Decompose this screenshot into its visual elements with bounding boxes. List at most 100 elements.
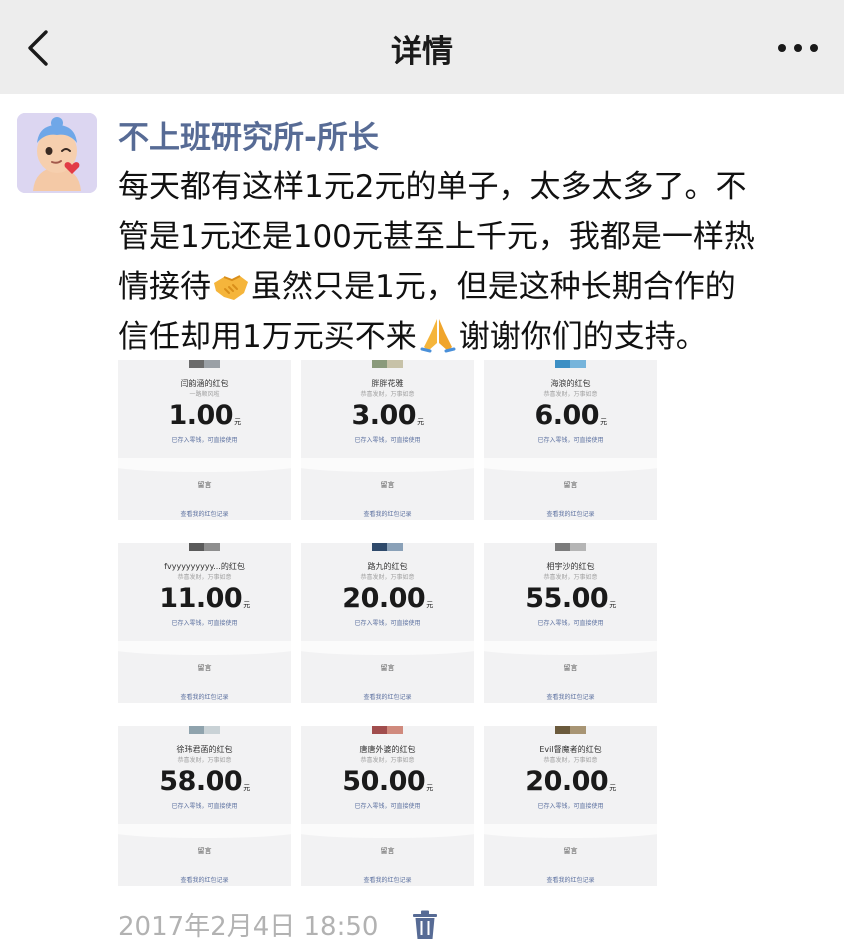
post-text: 每天都有这样1元2元的单子，太多太多了。不 管是1元还是100元甚至上千元，我都… bbox=[118, 162, 818, 362]
thumbnail-segment bbox=[204, 726, 220, 734]
sender-avatar-thumbnail bbox=[301, 726, 474, 734]
red-envelope-screenshot[interactable]: fvyyyyyyyyy...的红包 恭喜发财，万事如意 11.00元 已存入零钱，可直… bbox=[118, 543, 291, 703]
envelope-record-link: 查看我的红包记录 bbox=[180, 511, 229, 518]
amount-unit: 元 bbox=[600, 418, 607, 426]
amount-unit: 元 bbox=[426, 784, 433, 792]
envelope-amount: 55.00元 bbox=[484, 583, 657, 614]
amount-value: 1.00 bbox=[168, 400, 234, 431]
envelope-greeting: 恭喜发财，万事如意 bbox=[177, 574, 232, 581]
envelope-note: 已存入零钱，可直接使用 bbox=[537, 437, 604, 444]
envelope-record-link: 查看我的红包记录 bbox=[363, 877, 412, 884]
red-envelope-screenshot[interactable]: 徐玮君菡的红包 恭喜发财，万事如意 58.00元 已存入零钱，可直接使用 留言 查看我的红… bbox=[118, 726, 291, 886]
amount-unit: 元 bbox=[609, 601, 616, 609]
envelope-amount: 11.00元 bbox=[118, 583, 291, 614]
thumbnail-segment bbox=[387, 726, 403, 734]
red-envelope-screenshot[interactable]: 路九的红包恭喜发财，万事如意 20.00元已存入零钱，可直接使用 留言查看我的红包记… bbox=[301, 543, 474, 703]
red-envelope-screenshot[interactable]: 唐唐外婆的红包 恭喜发财，万事如意 50.00元已存入零钱，可直接使用 留言查看我的红… bbox=[301, 726, 474, 886]
thumbnail-segment bbox=[570, 543, 586, 551]
thumbnail-segment bbox=[387, 360, 403, 368]
sender-avatar-thumbnail bbox=[301, 360, 474, 368]
envelope-record-link: 查看我的红包记录 bbox=[546, 694, 595, 701]
envelope-message-label: 留言 bbox=[563, 847, 578, 855]
envelope-note: 已存入零钱，可直接使用 bbox=[171, 803, 238, 810]
navigation-bar: 详情 bbox=[0, 0, 844, 94]
envelope-wave-divider bbox=[484, 824, 657, 838]
image-grid: 闫韵涵的红包 一路顺风啦 1.00元 已存入零钱，可直接使用 留言 查看我的红包记录 胖胖花… bbox=[118, 360, 658, 886]
amount-unit: 元 bbox=[243, 601, 250, 609]
amount-value: 50.00 bbox=[342, 766, 426, 797]
amount-unit: 元 bbox=[243, 784, 250, 792]
envelope-message-label: 留言 bbox=[197, 847, 212, 855]
envelope-amount: 3.00元 bbox=[301, 400, 474, 431]
envelope-message-label: 留言 bbox=[197, 481, 212, 489]
envelope-wave-divider bbox=[301, 824, 474, 838]
envelope-record-link: 查看我的红包记录 bbox=[180, 877, 229, 884]
red-envelope-screenshot[interactable]: 相宇沙的红包 恭喜发财，万事如意 55.00元 已存入零钱，可直接使用 留言 查看我的红包… bbox=[484, 543, 657, 703]
sender-avatar-thumbnail bbox=[118, 726, 291, 734]
envelope-wave-divider bbox=[484, 641, 657, 655]
post-text-line: 信任却用1万元买不来 谢谢你们的支持。 bbox=[118, 312, 818, 362]
envelope-note: 已存入零钱，可直接使用 bbox=[171, 620, 238, 627]
envelope-greeting: 恭喜发财，万事如意 bbox=[360, 574, 415, 581]
envelope-greeting: 恭喜发财，万事如意 bbox=[543, 391, 598, 398]
envelope-message-label: 留言 bbox=[380, 481, 395, 489]
sender-avatar-thumbnail bbox=[484, 543, 657, 551]
envelope-greeting: 恭喜发财，万事如意 bbox=[360, 757, 415, 764]
envelope-wave-divider bbox=[118, 824, 291, 838]
post-text-fragment: 情接待 bbox=[118, 269, 211, 305]
envelope-wave-divider bbox=[301, 641, 474, 655]
envelope-amount: 50.00元 bbox=[301, 766, 474, 797]
sender-avatar-thumbnail bbox=[118, 543, 291, 551]
envelope-record-link: 查看我的红包记录 bbox=[546, 877, 595, 884]
amount-value: 20.00 bbox=[525, 766, 609, 797]
amount-value: 6.00 bbox=[534, 400, 600, 431]
envelope-sender: 相宇沙的红包 bbox=[546, 562, 595, 571]
envelope-sender: Evil督魔者的红包 bbox=[539, 745, 602, 754]
memoji-avatar-icon bbox=[17, 113, 97, 193]
envelope-amount: 6.00元 bbox=[484, 400, 657, 431]
post-text-fragment: 虽然只是1元，但是这种长期合作的 bbox=[251, 269, 736, 305]
envelope-record-link: 查看我的红包记录 bbox=[363, 694, 412, 701]
more-dots-icon[interactable] bbox=[776, 30, 820, 66]
red-envelope-screenshot[interactable]: 闫韵涵的红包 一路顺风啦 1.00元 已存入零钱，可直接使用 留言 查看我的红包记录 bbox=[118, 360, 291, 520]
envelope-note: 已存入零钱，可直接使用 bbox=[354, 620, 421, 627]
amount-value: 11.00 bbox=[159, 583, 243, 614]
envelope-note: 已存入零钱，可直接使用 bbox=[171, 437, 238, 444]
avatar[interactable] bbox=[17, 113, 97, 193]
red-envelope-screenshot[interactable]: 海浪的红包 恭喜发财，万事如意 6.00元 已存入零钱，可直接使用 留言 查看我的红包记录 bbox=[484, 360, 657, 520]
envelope-sender: 海浪的红包 bbox=[550, 379, 591, 388]
envelope-greeting: 恭喜发财，万事如意 bbox=[543, 757, 598, 764]
envelope-note: 已存入零钱，可直接使用 bbox=[354, 437, 421, 444]
envelope-greeting: 恭喜发财，万事如意 bbox=[177, 757, 232, 764]
envelope-greeting: 恭喜发财，万事如意 bbox=[360, 391, 415, 398]
envelope-greeting: 一路顺风啦 bbox=[189, 391, 220, 398]
envelope-sender: 唐唐外婆的红包 bbox=[359, 745, 416, 754]
author-name[interactable]: 不上班研究所-所长 bbox=[118, 112, 379, 157]
post-text-fragment: 信任却用1万元买不来 bbox=[118, 319, 417, 355]
handshake-emoji-icon bbox=[214, 275, 248, 300]
trash-icon[interactable] bbox=[412, 910, 438, 940]
sender-avatar-thumbnail bbox=[484, 726, 657, 734]
envelope-message-label: 留言 bbox=[563, 481, 578, 489]
red-envelope-screenshot[interactable]: 胖胖花雅 恭喜发财，万事如意 3.00元 已存入零钱，可直接使用 留言 查看我的红包记录 bbox=[301, 360, 474, 520]
envelope-amount: 20.00元 bbox=[484, 766, 657, 797]
envelope-message-label: 留言 bbox=[380, 664, 395, 672]
sender-avatar-thumbnail bbox=[301, 543, 474, 551]
amount-value: 58.00 bbox=[159, 766, 243, 797]
post-text-fragment: 谢谢你们的支持。 bbox=[458, 319, 707, 355]
envelope-note: 已存入零钱，可直接使用 bbox=[354, 803, 421, 810]
amount-value: 3.00 bbox=[351, 400, 417, 431]
amount-value: 20.00 bbox=[342, 583, 426, 614]
post-text-line: 情接待 虽然只是1元，但是这种长期合作的 bbox=[118, 262, 818, 312]
envelope-greeting: 恭喜发财，万事如意 bbox=[543, 574, 598, 581]
praying-hands-emoji-icon bbox=[420, 319, 456, 353]
envelope-sender: 路九的红包 bbox=[367, 562, 408, 571]
envelope-wave-divider bbox=[484, 458, 657, 472]
envelope-message-label: 留言 bbox=[380, 847, 395, 855]
envelope-message-label: 留言 bbox=[563, 664, 578, 672]
post-timestamp: 2017年2月4日 18:50 bbox=[118, 912, 379, 942]
thumbnail-segment bbox=[204, 360, 220, 368]
amount-unit: 元 bbox=[426, 601, 433, 609]
sender-avatar-thumbnail bbox=[118, 360, 291, 368]
red-envelope-screenshot[interactable]: Evil督魔者的红包 恭喜发财，万事如意 20.00元 已存入零钱，可直接使用 留言 查看… bbox=[484, 726, 657, 886]
